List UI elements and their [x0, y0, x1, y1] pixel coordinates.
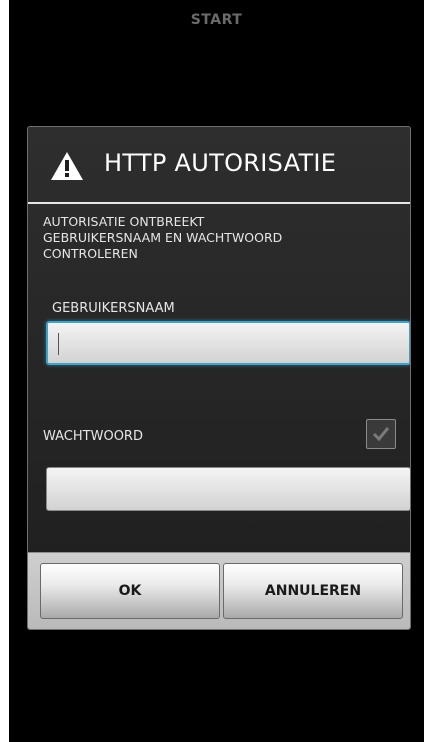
header-divider	[28, 202, 410, 204]
ok-button[interactable]: OK	[40, 563, 220, 619]
warning-icon	[51, 152, 83, 180]
checkmark-icon	[372, 427, 390, 442]
dialog-button-bar: OK ANNULEREN	[28, 552, 410, 629]
dialog-title: HTTP AUTORISATIE	[104, 149, 337, 177]
dialog-message: AUTORISATIE ONTBREEKT GEBRUIKERSNAAM EN …	[43, 214, 283, 261]
dialog-header: HTTP AUTORISATIE	[28, 127, 410, 203]
http-auth-dialog: HTTP AUTORISATIE AUTORISATIE ONTBREEKT G…	[27, 126, 411, 630]
username-label: GEBRUIKERSNAAM	[52, 301, 175, 316]
username-input[interactable]	[46, 321, 410, 365]
cancel-button[interactable]: ANNULEREN	[223, 563, 403, 619]
show-password-checkbox[interactable]	[366, 419, 396, 449]
password-label: WACHTWOORD	[43, 429, 143, 444]
device-screen: START HTTP AUTORISATIE AUTORISATIE ONTBR…	[9, 0, 424, 742]
text-cursor	[58, 333, 59, 355]
password-input[interactable]	[46, 467, 410, 511]
screen-title: START	[190, 12, 243, 28]
